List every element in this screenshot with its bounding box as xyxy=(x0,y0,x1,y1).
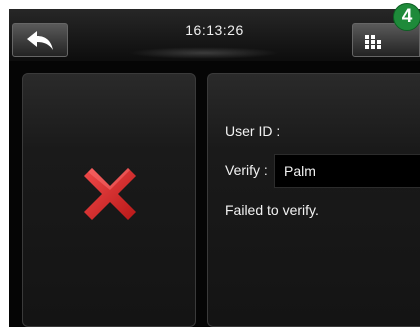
user-id-label: User ID : xyxy=(225,123,281,139)
top-bar-glow xyxy=(129,47,279,59)
result-panel xyxy=(22,73,196,327)
verify-method-value: Palm xyxy=(284,163,316,179)
top-bar: 16:13:26 xyxy=(9,9,420,61)
failure-message: Failed to verify. xyxy=(225,202,319,218)
grid-menu-icon xyxy=(365,35,381,49)
verify-label: Verify : xyxy=(225,162,268,178)
details-panel: User ID : Verify : Palm Failed to verify… xyxy=(207,73,420,327)
verify-method-field: Palm xyxy=(274,154,420,188)
device-screen: 16:13:26 User ID: Verify: Palm Failed … xyxy=(9,9,420,327)
step-badge: 4 xyxy=(393,3,420,31)
fail-cross-icon xyxy=(84,168,136,220)
